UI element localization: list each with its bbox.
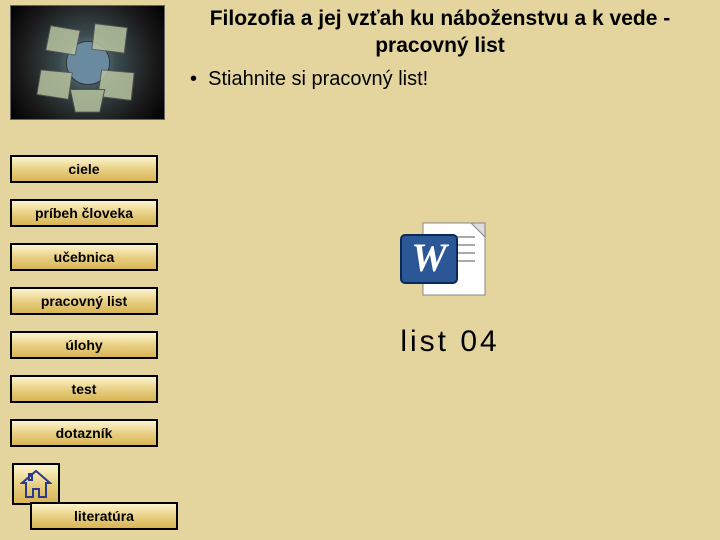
word-document-icon[interactable]: W	[395, 215, 505, 305]
svg-text:W: W	[411, 235, 449, 280]
nav-ulohy[interactable]: úlohy	[10, 331, 158, 359]
nav-pracovny-list[interactable]: pracovný list	[10, 287, 158, 315]
nav-literatura[interactable]: literatúra	[30, 502, 178, 530]
globe-panels-icon	[10, 5, 165, 120]
nav-pribeh-cloveka[interactable]: príbeh človeka	[10, 199, 158, 227]
document-label: list 04	[340, 325, 560, 359]
home-icon	[20, 469, 52, 499]
bullet-text: Stiahnite si pracovný list!	[208, 68, 428, 90]
nav-dotaznik[interactable]: dotazník	[10, 419, 158, 447]
nav-ucebnica[interactable]: učebnica	[10, 243, 158, 271]
nav-test[interactable]: test	[10, 375, 158, 403]
bullet-instruction: • Stiahnite si pracovný list!	[170, 68, 710, 91]
home-button[interactable]	[12, 463, 60, 505]
side-nav: ciele príbeh človeka učebnica pracovný l…	[10, 155, 165, 463]
nav-ciele[interactable]: ciele	[10, 155, 158, 183]
page-title: Filozofia a jej vzťah ku náboženstvu a k…	[170, 5, 710, 60]
